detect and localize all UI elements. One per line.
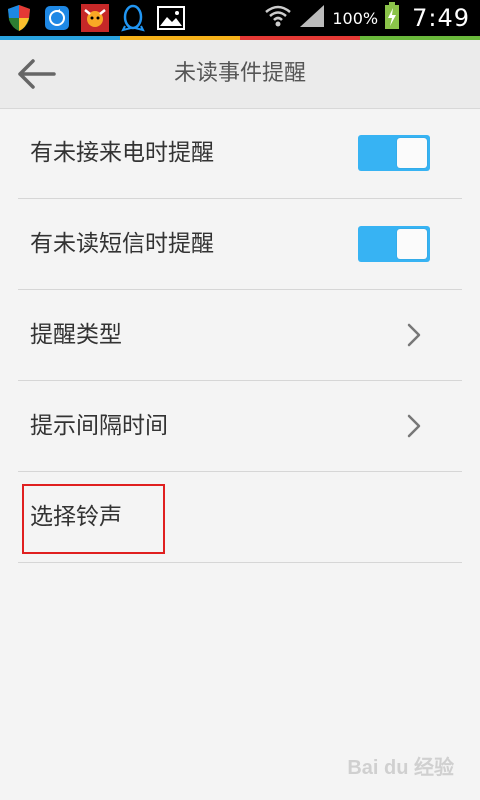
shield-icon <box>4 3 34 33</box>
highlight-box <box>22 484 165 554</box>
chevron-right-icon <box>407 323 421 347</box>
app-header: 未读事件提醒 <box>0 40 480 109</box>
gallery-icon <box>156 3 186 33</box>
battery-percent: 100% <box>332 8 379 28</box>
wifi-icon <box>264 4 292 32</box>
status-bar-left-icons <box>4 3 186 33</box>
qq-penguin-icon <box>118 3 148 33</box>
toggle-knob <box>397 229 427 259</box>
setting-reminder-interval[interactable]: 提示间隔时间 <box>18 381 462 472</box>
setting-missed-call-reminder[interactable]: 有未接来电时提醒 <box>18 108 462 199</box>
watermark-text: Bai du 经验 <box>347 757 454 779</box>
status-bar: 100% 7:49 <box>0 0 480 36</box>
setting-label: 提示间隔时间 <box>30 413 168 439</box>
sync-icon <box>42 3 72 33</box>
setting-label: 有未接来电时提醒 <box>30 140 214 166</box>
status-bar-right: 100% 7:49 <box>264 0 470 36</box>
setting-label: 提醒类型 <box>30 322 122 348</box>
missed-call-toggle[interactable] <box>358 135 430 171</box>
battery-charging-icon <box>384 2 400 34</box>
toggle-knob <box>397 138 427 168</box>
clock: 7:49 <box>412 4 470 32</box>
watermark-logo: Bai du 经验 <box>347 751 454 780</box>
setting-label: 有未读短信时提醒 <box>30 231 214 257</box>
unread-sms-toggle[interactable] <box>358 226 430 262</box>
page-title: 未读事件提醒 <box>173 61 306 86</box>
chevron-right-icon <box>407 414 421 438</box>
setting-reminder-type[interactable]: 提醒类型 <box>18 290 462 381</box>
cow-app-icon <box>80 3 110 33</box>
signal-icon <box>298 3 326 33</box>
setting-unread-sms-reminder[interactable]: 有未读短信时提醒 <box>18 199 462 290</box>
